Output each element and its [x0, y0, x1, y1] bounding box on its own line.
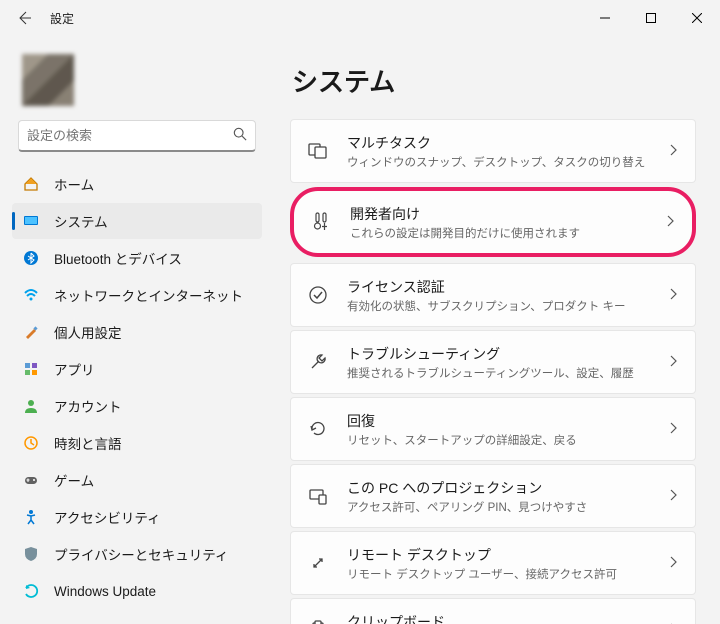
chevron-right-icon — [667, 556, 679, 571]
card-title: リモート デスクトップ — [347, 545, 667, 565]
sidebar: ホーム システム Bluetooth とデバイス ネットワークとインターネット … — [0, 36, 270, 624]
nav-accounts[interactable]: アカウント — [12, 388, 262, 424]
card-title: トラブルシューティング — [347, 344, 667, 364]
nav-label: ネットワークとインターネット — [54, 285, 243, 305]
card-activation[interactable]: ライセンス認証有効化の状態、サブスクリプション、プロダクト キー — [290, 263, 696, 327]
nav-time-language[interactable]: 時刻と言語 — [12, 425, 262, 461]
remote-desktop-icon — [305, 550, 331, 576]
nav-label: Windows Update — [54, 584, 156, 599]
nav-accessibility[interactable]: アクセシビリティ — [12, 499, 262, 535]
nav-label: ホーム — [54, 174, 94, 194]
nav-label: ゲーム — [54, 470, 94, 490]
apps-icon — [22, 360, 40, 378]
card-title: クリップボード — [347, 612, 667, 624]
main-panel: システム マルチタスクウィンドウのスナップ、デスクトップ、タスクの切り替え 開発… — [270, 36, 720, 624]
developer-icon — [308, 209, 334, 235]
card-title: ライセンス認証 — [347, 277, 667, 297]
chevron-right-icon — [667, 144, 679, 159]
nav-apps[interactable]: アプリ — [12, 351, 262, 387]
card-multitask[interactable]: マルチタスクウィンドウのスナップ、デスクトップ、タスクの切り替え — [290, 119, 696, 183]
chevron-right-icon — [667, 288, 679, 303]
recovery-icon — [305, 416, 331, 442]
home-icon — [22, 175, 40, 193]
chevron-right-icon — [667, 355, 679, 370]
maximize-icon — [646, 13, 656, 23]
maximize-button[interactable] — [628, 2, 674, 34]
nav-label: Bluetooth とデバイス — [54, 248, 182, 268]
clipboard-icon — [305, 617, 331, 624]
nav-label: 時刻と言語 — [54, 433, 122, 453]
nav-label: システム — [54, 211, 108, 231]
card-sub: リセット、スタートアップの詳細設定、戻る — [347, 432, 667, 448]
nav-system[interactable]: システム — [12, 203, 262, 239]
search-icon — [233, 127, 247, 144]
nav-gaming[interactable]: ゲーム — [12, 462, 262, 498]
card-sub: これらの設定は開発目的だけに使用されます — [350, 225, 664, 241]
nav-network[interactable]: ネットワークとインターネット — [12, 277, 262, 313]
nav-windows-update[interactable]: Windows Update — [12, 573, 262, 609]
user-block[interactable] — [12, 46, 262, 120]
personalization-icon — [22, 323, 40, 341]
card-sub: 推奨されるトラブルシューティングツール、設定、履歴 — [347, 365, 667, 381]
card-title: マルチタスク — [347, 133, 667, 153]
card-troubleshoot[interactable]: トラブルシューティング推奨されるトラブルシューティングツール、設定、履歴 — [290, 330, 696, 394]
back-arrow-icon — [16, 10, 32, 26]
card-remote-desktop[interactable]: リモート デスクトップリモート デスクトップ ユーザー、接続アクセス許可 — [290, 531, 696, 595]
nav-privacy[interactable]: プライバシーとセキュリティ — [12, 536, 262, 572]
nav-home[interactable]: ホーム — [12, 166, 262, 202]
bluetooth-icon — [22, 249, 40, 267]
window-title: 設定 — [50, 10, 74, 27]
nav-label: プライバシーとセキュリティ — [54, 544, 228, 564]
card-sub: 有効化の状態、サブスクリプション、プロダクト キー — [347, 298, 667, 314]
troubleshoot-icon — [305, 349, 331, 375]
card-developer[interactable]: 開発者向けこれらの設定は開発目的だけに使用されます — [290, 187, 696, 257]
accessibility-icon — [22, 508, 40, 526]
time-language-icon — [22, 434, 40, 452]
nav-label: アカウント — [54, 396, 122, 416]
search-input[interactable] — [27, 128, 233, 143]
activation-icon — [305, 282, 331, 308]
minimize-button[interactable] — [582, 2, 628, 34]
chevron-right-icon — [664, 215, 676, 230]
nav-personalization[interactable]: 個人用設定 — [12, 314, 262, 350]
card-title: 開発者向け — [350, 204, 664, 224]
card-clipboard[interactable]: クリップボード切り取りおよびコピーの履歴、同期、クリア — [290, 598, 696, 624]
close-button[interactable] — [674, 2, 720, 34]
back-button[interactable] — [8, 2, 40, 34]
titlebar-left: 設定 — [8, 2, 74, 34]
card-title: 回復 — [347, 411, 667, 431]
projection-icon — [305, 483, 331, 509]
nav-label: 個人用設定 — [54, 322, 122, 342]
window-controls — [582, 2, 720, 34]
network-icon — [22, 286, 40, 304]
windows-update-icon — [22, 582, 40, 600]
card-sub: リモート デスクトップ ユーザー、接続アクセス許可 — [347, 566, 667, 582]
nav-label: アプリ — [54, 359, 95, 379]
gaming-icon — [22, 471, 40, 489]
card-title: この PC へのプロジェクション — [347, 478, 667, 498]
avatar — [22, 54, 74, 106]
multitask-icon — [305, 138, 331, 164]
nav-list: ホーム システム Bluetooth とデバイス ネットワークとインターネット … — [12, 166, 262, 609]
chevron-right-icon — [667, 489, 679, 504]
minimize-icon — [600, 13, 610, 23]
card-projection[interactable]: この PC へのプロジェクションアクセス許可、ペアリング PIN、見つけやすさ — [290, 464, 696, 528]
system-icon — [22, 212, 40, 230]
card-sub: アクセス許可、ペアリング PIN、見つけやすさ — [347, 499, 667, 515]
nav-bluetooth[interactable]: Bluetooth とデバイス — [12, 240, 262, 276]
search-input-wrap[interactable] — [18, 120, 256, 152]
page-title: システム — [292, 62, 696, 99]
accounts-icon — [22, 397, 40, 415]
card-recovery[interactable]: 回復リセット、スタートアップの詳細設定、戻る — [290, 397, 696, 461]
titlebar: 設定 — [0, 0, 720, 36]
chevron-right-icon — [667, 422, 679, 437]
nav-label: アクセシビリティ — [54, 507, 161, 527]
close-icon — [692, 13, 702, 23]
card-sub: ウィンドウのスナップ、デスクトップ、タスクの切り替え — [347, 154, 667, 170]
privacy-icon — [22, 545, 40, 563]
